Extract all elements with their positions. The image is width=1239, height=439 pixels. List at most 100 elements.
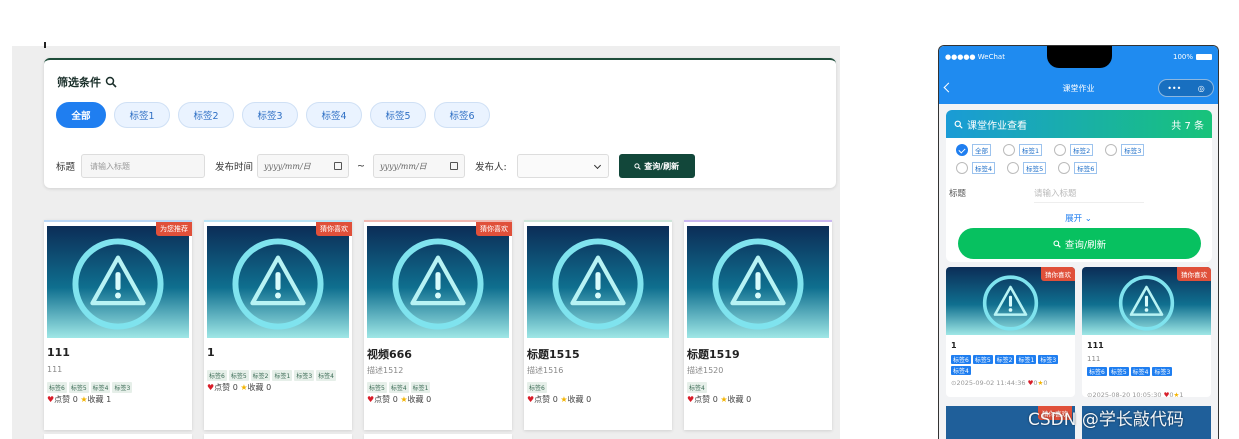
like-count: 点赞 0 [54, 395, 78, 404]
date-start-placeholder: yyyy/mm/日 [264, 161, 311, 171]
like-count: 点赞 0 [214, 383, 238, 392]
content-card[interactable]: 标题1519 描述1520 标签4 ♥点赞 0 ★收藏 0 [684, 220, 832, 430]
card-title[interactable]: 111 [47, 346, 70, 359]
card-tags: 标签6 标签5 标签4 标签3 [47, 382, 187, 393]
tag-4[interactable]: 标签4 [306, 102, 362, 128]
tag-1[interactable]: 标签1 [114, 102, 170, 128]
favorite-count: 1 [1179, 391, 1184, 397]
publisher-label: 发布人: [475, 162, 507, 173]
title-label: 标题 [56, 162, 76, 173]
card-stats: ♥点赞 0 ★收藏 0 [527, 394, 591, 405]
bar-title: 课堂作业查看 [967, 120, 1027, 132]
mobile-content-card[interactable]: 猜你喜欢 1 标签6 标签5 标签2 标签1 标签3 标签4 ⊙2025-09-02 11:44… [946, 267, 1075, 397]
star-icon[interactable]: ★ [80, 395, 87, 404]
publisher-select[interactable] [516, 154, 609, 178]
publish-time: ⊙2025-08-20 10:05:30 [1087, 391, 1162, 397]
card-tags: 标签5 标签4 标签1 [367, 382, 507, 393]
card-tag: 标签6 [951, 355, 971, 364]
tag-5[interactable]: 标签5 [370, 102, 426, 128]
card-tag: 标签2 [994, 355, 1015, 364]
cursor-mark [44, 42, 46, 48]
star-icon[interactable]: ★ [400, 395, 407, 404]
radio-tag-4[interactable] [956, 162, 968, 174]
close-icon[interactable]: ◎ [1198, 84, 1205, 93]
radio-tag-3[interactable] [1105, 144, 1118, 156]
card-title[interactable]: 1 [951, 341, 957, 350]
tag-1[interactable]: 标签1 [1019, 144, 1043, 156]
radio-tag-1[interactable] [1003, 144, 1015, 156]
battery-text: 100% [1172, 53, 1193, 61]
card-partial [364, 434, 512, 439]
like-count: 点赞 0 [374, 395, 398, 404]
card-tag: 标签5 [1108, 367, 1129, 376]
tag-2[interactable]: 标签2 [178, 102, 234, 128]
card-tag: 标签4 [1130, 367, 1151, 376]
radio-all[interactable] [956, 144, 968, 156]
radio-tag-5[interactable] [1007, 162, 1020, 174]
filter-title-text: 筛选条件 [57, 76, 101, 89]
date-end-input[interactable]: yyyy/mm/日 [373, 154, 465, 178]
card-title[interactable]: 标题1515 [527, 346, 580, 362]
card-desc: 111 [1087, 355, 1101, 363]
filter-panel: 筛选条件 全部 标签1 标签2 标签3 标签4 标签5 标签6 标题 请输入标题… [44, 58, 836, 188]
query-refresh-button[interactable]: 查询/刷新 [618, 154, 695, 178]
card-title[interactable]: 1 [207, 346, 215, 359]
radio-tag-6[interactable] [1058, 162, 1071, 174]
warning-thumbnail-icon [367, 226, 509, 338]
search-icon [1053, 239, 1061, 248]
content-card[interactable]: 猜你喜欢 视频666 描述1512 标签5 标签4 标签1 ♥点赞 0 ★收藏 0 [364, 220, 512, 430]
card-tag: 标签4 [316, 370, 336, 381]
content-card[interactable]: 猜你喜欢 1 标签6 标签5 标签2 标签1 标签3 标签4 ♥点赞 0 ★收藏 0 [204, 220, 352, 430]
phone-notch [1047, 46, 1112, 68]
recommend-badge: 猜你喜欢 [476, 222, 512, 236]
tag-all[interactable]: 全部 [972, 144, 991, 156]
expand-toggle[interactable]: 展开 ⌄ [939, 212, 1218, 224]
battery-icon [1196, 54, 1212, 60]
card-tag: 标签5 [68, 382, 89, 393]
favorite-count: 收藏 0 [567, 395, 592, 404]
warning-thumbnail-icon [687, 226, 829, 338]
card-title[interactable]: 标题1519 [687, 346, 740, 362]
card-desc: 111 [47, 365, 63, 374]
tag-6[interactable]: 标签6 [1074, 162, 1098, 174]
recommend-badge: 猜你喜欢 [316, 222, 352, 236]
star-icon[interactable]: ★ [240, 383, 247, 392]
favorite-count: 收藏 0 [407, 395, 432, 404]
date-start-input[interactable]: yyyy/mm/日 [257, 154, 350, 178]
card-partial [44, 434, 192, 439]
card-stats: ♥点赞 0 ★收藏 0 [367, 394, 431, 405]
tag-5[interactable]: 标签5 [1023, 162, 1047, 174]
more-icon[interactable]: ••• [1167, 84, 1181, 93]
tag-3[interactable]: 标签3 [242, 102, 298, 128]
mobile-title-input[interactable]: 请输入标题 [1034, 187, 1077, 199]
star-icon[interactable]: ★ [560, 395, 567, 404]
card-tags: 标签4 [687, 382, 827, 393]
chevron-down-icon: ⌄ [1084, 214, 1092, 224]
title-input[interactable]: 请输入标题 [81, 154, 206, 178]
card-thumbnail [207, 226, 349, 338]
search-icon [954, 120, 963, 129]
calendar-icon[interactable] [334, 162, 343, 170]
content-card[interactable]: 标题1515 描述1516 标签6 ♥点赞 0 ★收藏 0 [524, 220, 672, 430]
tag-3[interactable]: 标签3 [1121, 144, 1145, 156]
card-tag: 标签4 [687, 382, 707, 393]
tag-6[interactable]: 标签6 [434, 102, 490, 128]
mobile-view: ●●●●● WeChat 100% 课堂作业 ••• ◎ 课堂作业查看 共 7 … [938, 45, 1219, 439]
calendar-icon[interactable] [450, 162, 458, 170]
tag-4[interactable]: 标签4 [972, 162, 996, 174]
tag-2[interactable]: 标签2 [1070, 144, 1094, 156]
card-tag: 标签5 [972, 355, 993, 364]
card-tag: 标签3 [294, 370, 315, 381]
content-card[interactable]: 为您推荐 111 111 标签6 标签5 标签4 标签3 ♥点赞 0 ★收藏 1 [44, 220, 192, 430]
card-tag: 标签3 [1038, 355, 1059, 364]
star-icon[interactable]: ★ [720, 395, 727, 404]
card-tag: 标签1 [272, 370, 293, 381]
card-title[interactable]: 视频666 [367, 346, 412, 362]
mobile-query-button[interactable]: 查询/刷新 [958, 228, 1201, 259]
mobile-content-card[interactable]: 猜你喜欢 111 111 标签6 标签5 标签4 标签3 ⊙2025-08-20 10:05:… [1082, 267, 1211, 397]
radio-tag-2[interactable] [1054, 144, 1067, 156]
card-title[interactable]: 111 [1087, 341, 1104, 350]
mobile-query-label: 查询/刷新 [1064, 239, 1107, 251]
tag-all[interactable]: 全部 [56, 102, 106, 128]
card-desc: 描述1516 [527, 366, 564, 375]
